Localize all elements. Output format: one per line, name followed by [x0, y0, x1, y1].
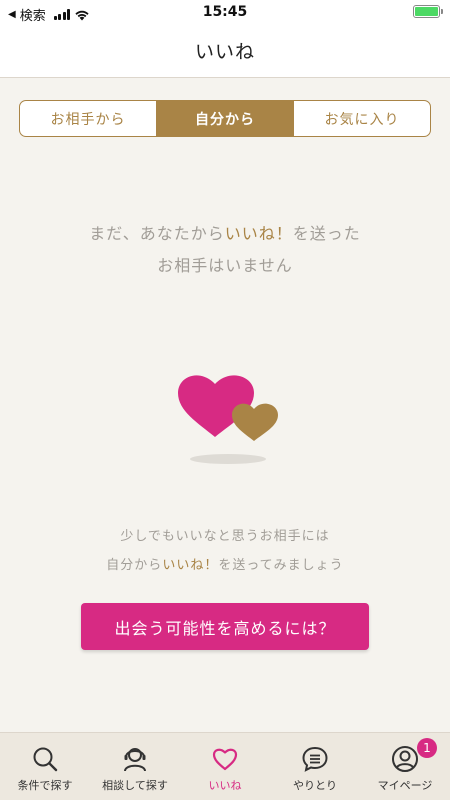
empty-line1-post: を送った: [292, 224, 361, 243]
tips-button[interactable]: 出会う可能性を高めるには？: [81, 603, 369, 650]
bottom-tab-bar: 条件で探す 相談して探す いいね やりとり マイページ 1: [0, 732, 450, 800]
likes-segmented-control: お相手から 自分から お気に入り: [19, 100, 431, 137]
tab-likes[interactable]: いいね: [180, 733, 270, 800]
encourage-line2-pre: 自分から: [106, 558, 163, 573]
tab-label: 相談して探す: [102, 779, 168, 792]
empty-message-line2: お相手はいません: [157, 256, 293, 275]
heart-icon: [212, 748, 238, 771]
tab-label: やりとり: [293, 779, 337, 792]
encourage-line2: 自分からいいね！を送ってみましょう: [0, 551, 450, 580]
tab-search-by-conditions[interactable]: 条件で探す: [0, 733, 90, 800]
page-title: いいね: [194, 41, 255, 63]
encourage-line2-accent: いいね！: [162, 558, 219, 573]
segment-favorites[interactable]: お気に入り: [294, 101, 430, 136]
user-icon: [392, 746, 418, 772]
empty-state-message: まだ、あなたからいいね！を送った お相手はいません: [0, 218, 450, 282]
status-time: 15:45: [202, 4, 248, 20]
tab-mypage[interactable]: マイページ 1: [360, 733, 450, 800]
hearts-illustration: [178, 375, 278, 464]
tab-messages[interactable]: やりとり: [270, 733, 360, 800]
battery-level: [415, 7, 438, 16]
chat-icon: [302, 746, 328, 772]
nav-header: いいね: [0, 24, 450, 78]
segment-from-partner[interactable]: お相手から: [20, 101, 157, 136]
tab-label: いいね: [208, 779, 242, 792]
tab-label: 条件で探す: [17, 779, 73, 792]
hearts-shadow: [190, 454, 266, 464]
empty-line1-accent: いいね！: [224, 224, 293, 243]
notification-badge: 1: [417, 738, 437, 758]
segment-from-me[interactable]: 自分から: [157, 101, 294, 136]
battery-icon: [413, 5, 443, 18]
tab-consult-search[interactable]: 相談して探す: [90, 733, 180, 800]
search-icon: [33, 747, 58, 772]
gold-heart: [232, 403, 278, 441]
tab-label: マイページ: [377, 779, 433, 792]
concierge-icon: [124, 748, 146, 772]
empty-line1-pre: まだ、あなたから: [89, 224, 225, 243]
encourage-line2-post: を送ってみましょう: [218, 558, 344, 573]
status-bar: ◀ 検索 15:45: [0, 0, 450, 24]
empty-message-line1: まだ、あなたからいいね！を送った: [0, 218, 450, 250]
encourage-message: 少しでもいいなと思うお相手には 自分からいいね！を送ってみましょう: [0, 522, 450, 580]
encourage-line1: 少しでもいいなと思うお相手には: [120, 529, 330, 544]
